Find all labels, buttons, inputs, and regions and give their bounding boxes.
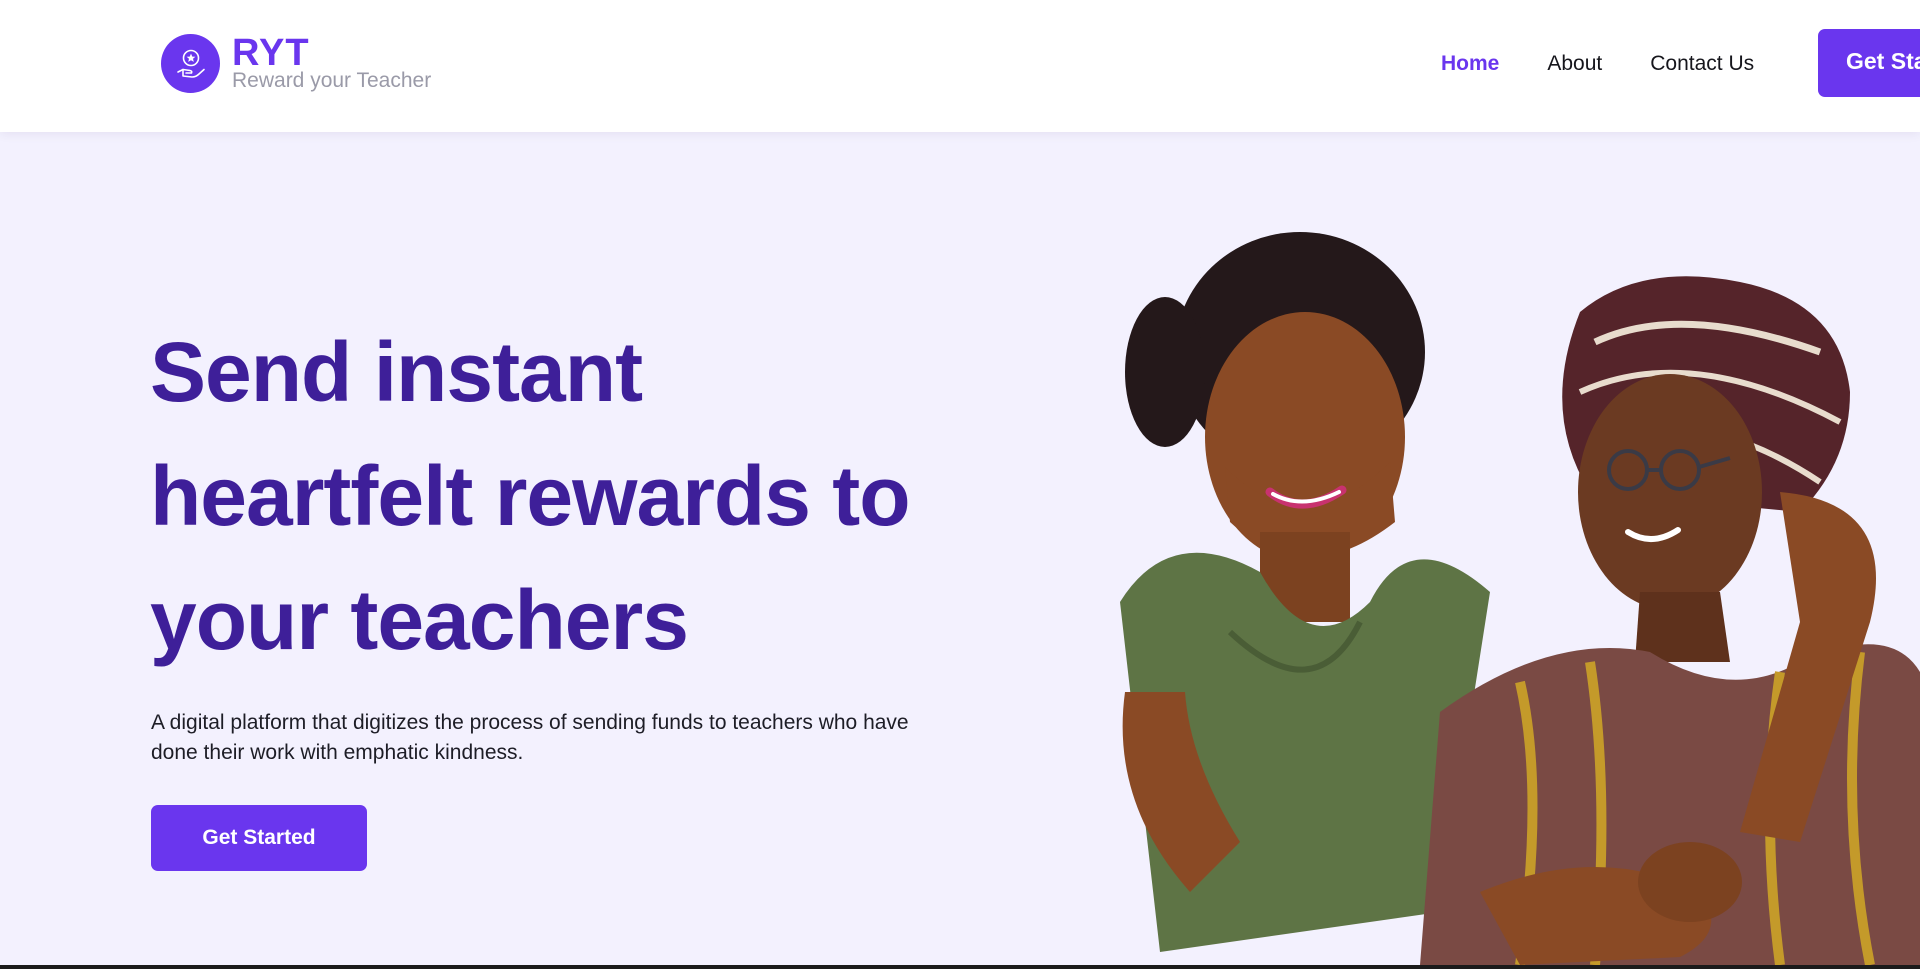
nav-link-home[interactable]: Home xyxy=(1441,50,1499,77)
teacher-figure xyxy=(1420,276,1920,965)
hero-get-started-button[interactable]: Get Started xyxy=(151,805,367,871)
brand-tagline: Reward your Teacher xyxy=(232,68,432,92)
hero-description: A digital platform that digitizes the pr… xyxy=(151,711,909,764)
page-bottom-border xyxy=(0,965,1920,969)
brand-text: RYT Reward your Teacher xyxy=(232,31,432,93)
header-get-started-button[interactable]: Get Started xyxy=(1818,29,1920,97)
hero-section: Send instant heartfelt rewards to your t… xyxy=(0,132,1920,965)
hero-title: Send instant heartfelt rewards to your t… xyxy=(150,325,911,667)
brand-name: RYT xyxy=(232,31,310,74)
main-nav: Home About Contact Us xyxy=(1441,50,1802,77)
nav-link-about[interactable]: About xyxy=(1547,50,1602,77)
site-header: RYT Reward your Teacher Home About Conta… xyxy=(0,0,1920,132)
brand-logo[interactable]: RYT Reward your Teacher xyxy=(161,34,431,93)
hand-holding-star-coin-icon xyxy=(161,34,220,93)
nav-link-contact-us[interactable]: Contact Us xyxy=(1650,50,1754,77)
hero-photo xyxy=(1120,232,1920,965)
landing-page: RYT Reward your Teacher Home About Conta… xyxy=(0,0,1920,969)
